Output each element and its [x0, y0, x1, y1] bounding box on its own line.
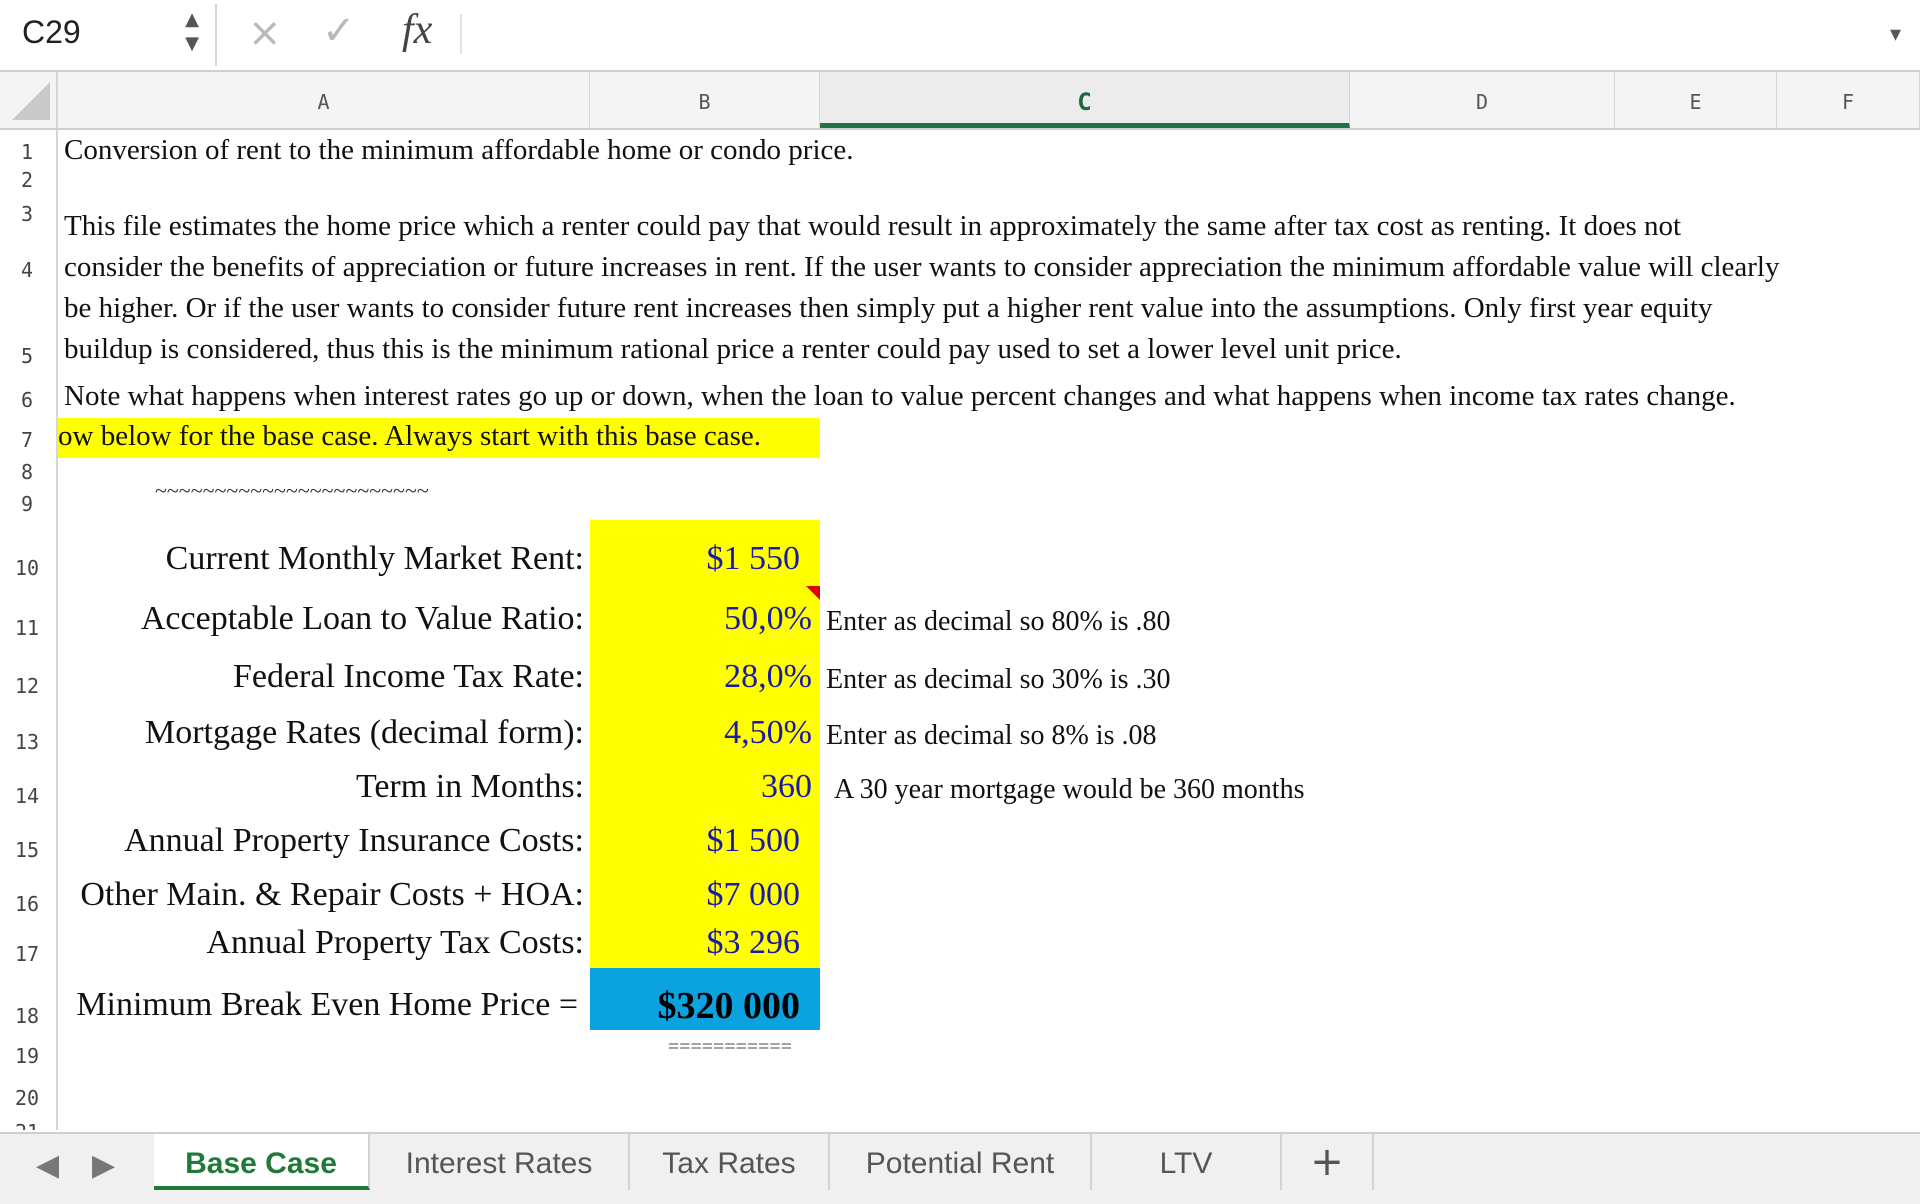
function-icon[interactable]: fx [402, 6, 432, 54]
value-term-months[interactable]: 360 [761, 768, 812, 806]
cell-a3-text[interactable]: This file estimates the home price which… [64, 210, 1681, 243]
label-term-months[interactable]: Term in Months: [356, 768, 584, 806]
sheet-tab-bar: ◀ ▶ Base Case Interest Rates Tax Rates P… [0, 1132, 1920, 1204]
cell-a4-text-cont[interactable]: be higher. Or if the user wants to consi… [64, 292, 1713, 325]
note-income-tax-rate[interactable]: Enter as decimal so 30% is .30 [826, 664, 1170, 696]
row-header[interactable]: 15 [0, 838, 54, 862]
label-income-tax-rate[interactable]: Federal Income Tax Rate: [233, 658, 584, 696]
tab-potential-rent[interactable]: Potential Rent [830, 1134, 1092, 1190]
row-header[interactable]: 10 [0, 556, 54, 580]
value-loan-to-value[interactable]: 50,0% [724, 600, 812, 638]
name-box-stepper-icon[interactable]: ▲ ▼ [180, 8, 204, 60]
value-mortgage-rate[interactable]: 4,50% [724, 714, 812, 752]
label-break-even-price[interactable]: Minimum Break Even Home Price = [76, 986, 578, 1024]
cell-a9[interactable]: ~~~~~~~~~~~~~~~~~~~~~~~ [155, 478, 429, 504]
previous-sheet-icon[interactable]: ◀ [36, 1148, 59, 1183]
column-header-c[interactable]: C [820, 72, 1350, 128]
row-header[interactable]: 1 [0, 140, 54, 164]
row-header[interactable]: 19 [0, 1044, 54, 1068]
tab-interest-rates[interactable]: Interest Rates [370, 1134, 630, 1190]
formula-bar: C29 ▲ ▼ × ✓ fx ▾ [0, 0, 1920, 72]
row-header[interactable]: 2 [0, 168, 54, 192]
row-header[interactable]: 7 [0, 428, 54, 452]
row-header[interactable]: 16 [0, 892, 54, 916]
add-sheet-button[interactable]: + [1282, 1134, 1374, 1190]
cancel-icon[interactable]: × [248, 10, 282, 56]
cell-a6[interactable]: Note what happens when interest rates go… [64, 380, 1736, 413]
value-income-tax-rate[interactable]: 28,0% [724, 658, 812, 696]
column-header-bar: A B C D E F [0, 72, 1920, 130]
value-break-even-price[interactable]: $320 000 [658, 984, 801, 1028]
label-property-tax[interactable]: Annual Property Tax Costs: [206, 924, 584, 962]
tab-ltv[interactable]: LTV [1092, 1134, 1282, 1190]
next-sheet-icon[interactable]: ▶ [92, 1148, 115, 1183]
label-loan-to-value[interactable]: Acceptable Loan to Value Ratio: [141, 600, 584, 638]
tab-tax-rates[interactable]: Tax Rates [630, 1134, 830, 1190]
cell-b19[interactable]: =========== [668, 1036, 792, 1059]
column-header-a[interactable]: A [58, 72, 590, 128]
column-header-e[interactable]: E [1615, 72, 1777, 128]
row-header[interactable]: 20 [0, 1086, 54, 1110]
confirm-icon[interactable]: ✓ [322, 8, 356, 54]
label-repair-costs[interactable]: Other Main. & Repair Costs + HOA: [80, 876, 584, 914]
divider [215, 4, 217, 66]
row-header-bar: 1 2 3 4 5 6 7 8 9 10 11 12 13 14 15 16 1… [0, 130, 58, 1130]
note-term-months[interactable]: A 30 year mortgage would be 360 months [834, 774, 1304, 806]
tab-base-case[interactable]: Base Case [154, 1134, 370, 1190]
row-header[interactable]: 12 [0, 674, 54, 698]
row-header[interactable]: 14 [0, 784, 54, 808]
value-monthly-rent[interactable]: $1 550 [707, 540, 801, 578]
row-header[interactable]: 5 [0, 344, 54, 368]
row-header[interactable]: 21 [0, 1120, 54, 1130]
row-header[interactable]: 4 [0, 258, 54, 282]
label-mortgage-rate[interactable]: Mortgage Rates (decimal form): [145, 714, 584, 752]
row-header[interactable]: 3 [0, 202, 54, 226]
chevron-down-icon[interactable]: ▾ [1890, 22, 1901, 47]
value-insurance-costs[interactable]: $1 500 [707, 822, 801, 860]
column-header-f[interactable]: F [1777, 72, 1920, 128]
row-header[interactable]: 11 [0, 616, 54, 640]
cell-a4-text[interactable]: consider the benefits of appreciation or… [64, 251, 1779, 284]
row-header[interactable]: 13 [0, 730, 54, 754]
values-column: $1 550 50,0% 28,0% 4,50% 360 $1 500 $7 0… [590, 0, 813, 1100]
row-header[interactable]: 18 [0, 1004, 54, 1028]
row-header[interactable]: 6 [0, 388, 54, 412]
label-insurance-costs[interactable]: Annual Property Insurance Costs: [124, 822, 584, 860]
note-loan-to-value[interactable]: Enter as decimal so 80% is .80 [826, 606, 1170, 638]
select-all-button[interactable] [0, 72, 58, 128]
divider [460, 14, 462, 54]
row-header[interactable]: 17 [0, 942, 54, 966]
row-header[interactable]: 8 [0, 460, 54, 484]
note-mortgage-rate[interactable]: Enter as decimal so 8% is .08 [826, 720, 1156, 752]
label-monthly-rent[interactable]: Current Monthly Market Rent: [166, 540, 584, 578]
select-all-icon [12, 82, 50, 120]
value-repair-costs[interactable]: $7 000 [707, 876, 801, 914]
row-header[interactable]: 9 [0, 492, 54, 516]
name-box[interactable]: C29 [22, 14, 81, 51]
column-header-d[interactable]: D [1350, 72, 1615, 128]
value-property-tax[interactable]: $3 296 [707, 924, 801, 962]
